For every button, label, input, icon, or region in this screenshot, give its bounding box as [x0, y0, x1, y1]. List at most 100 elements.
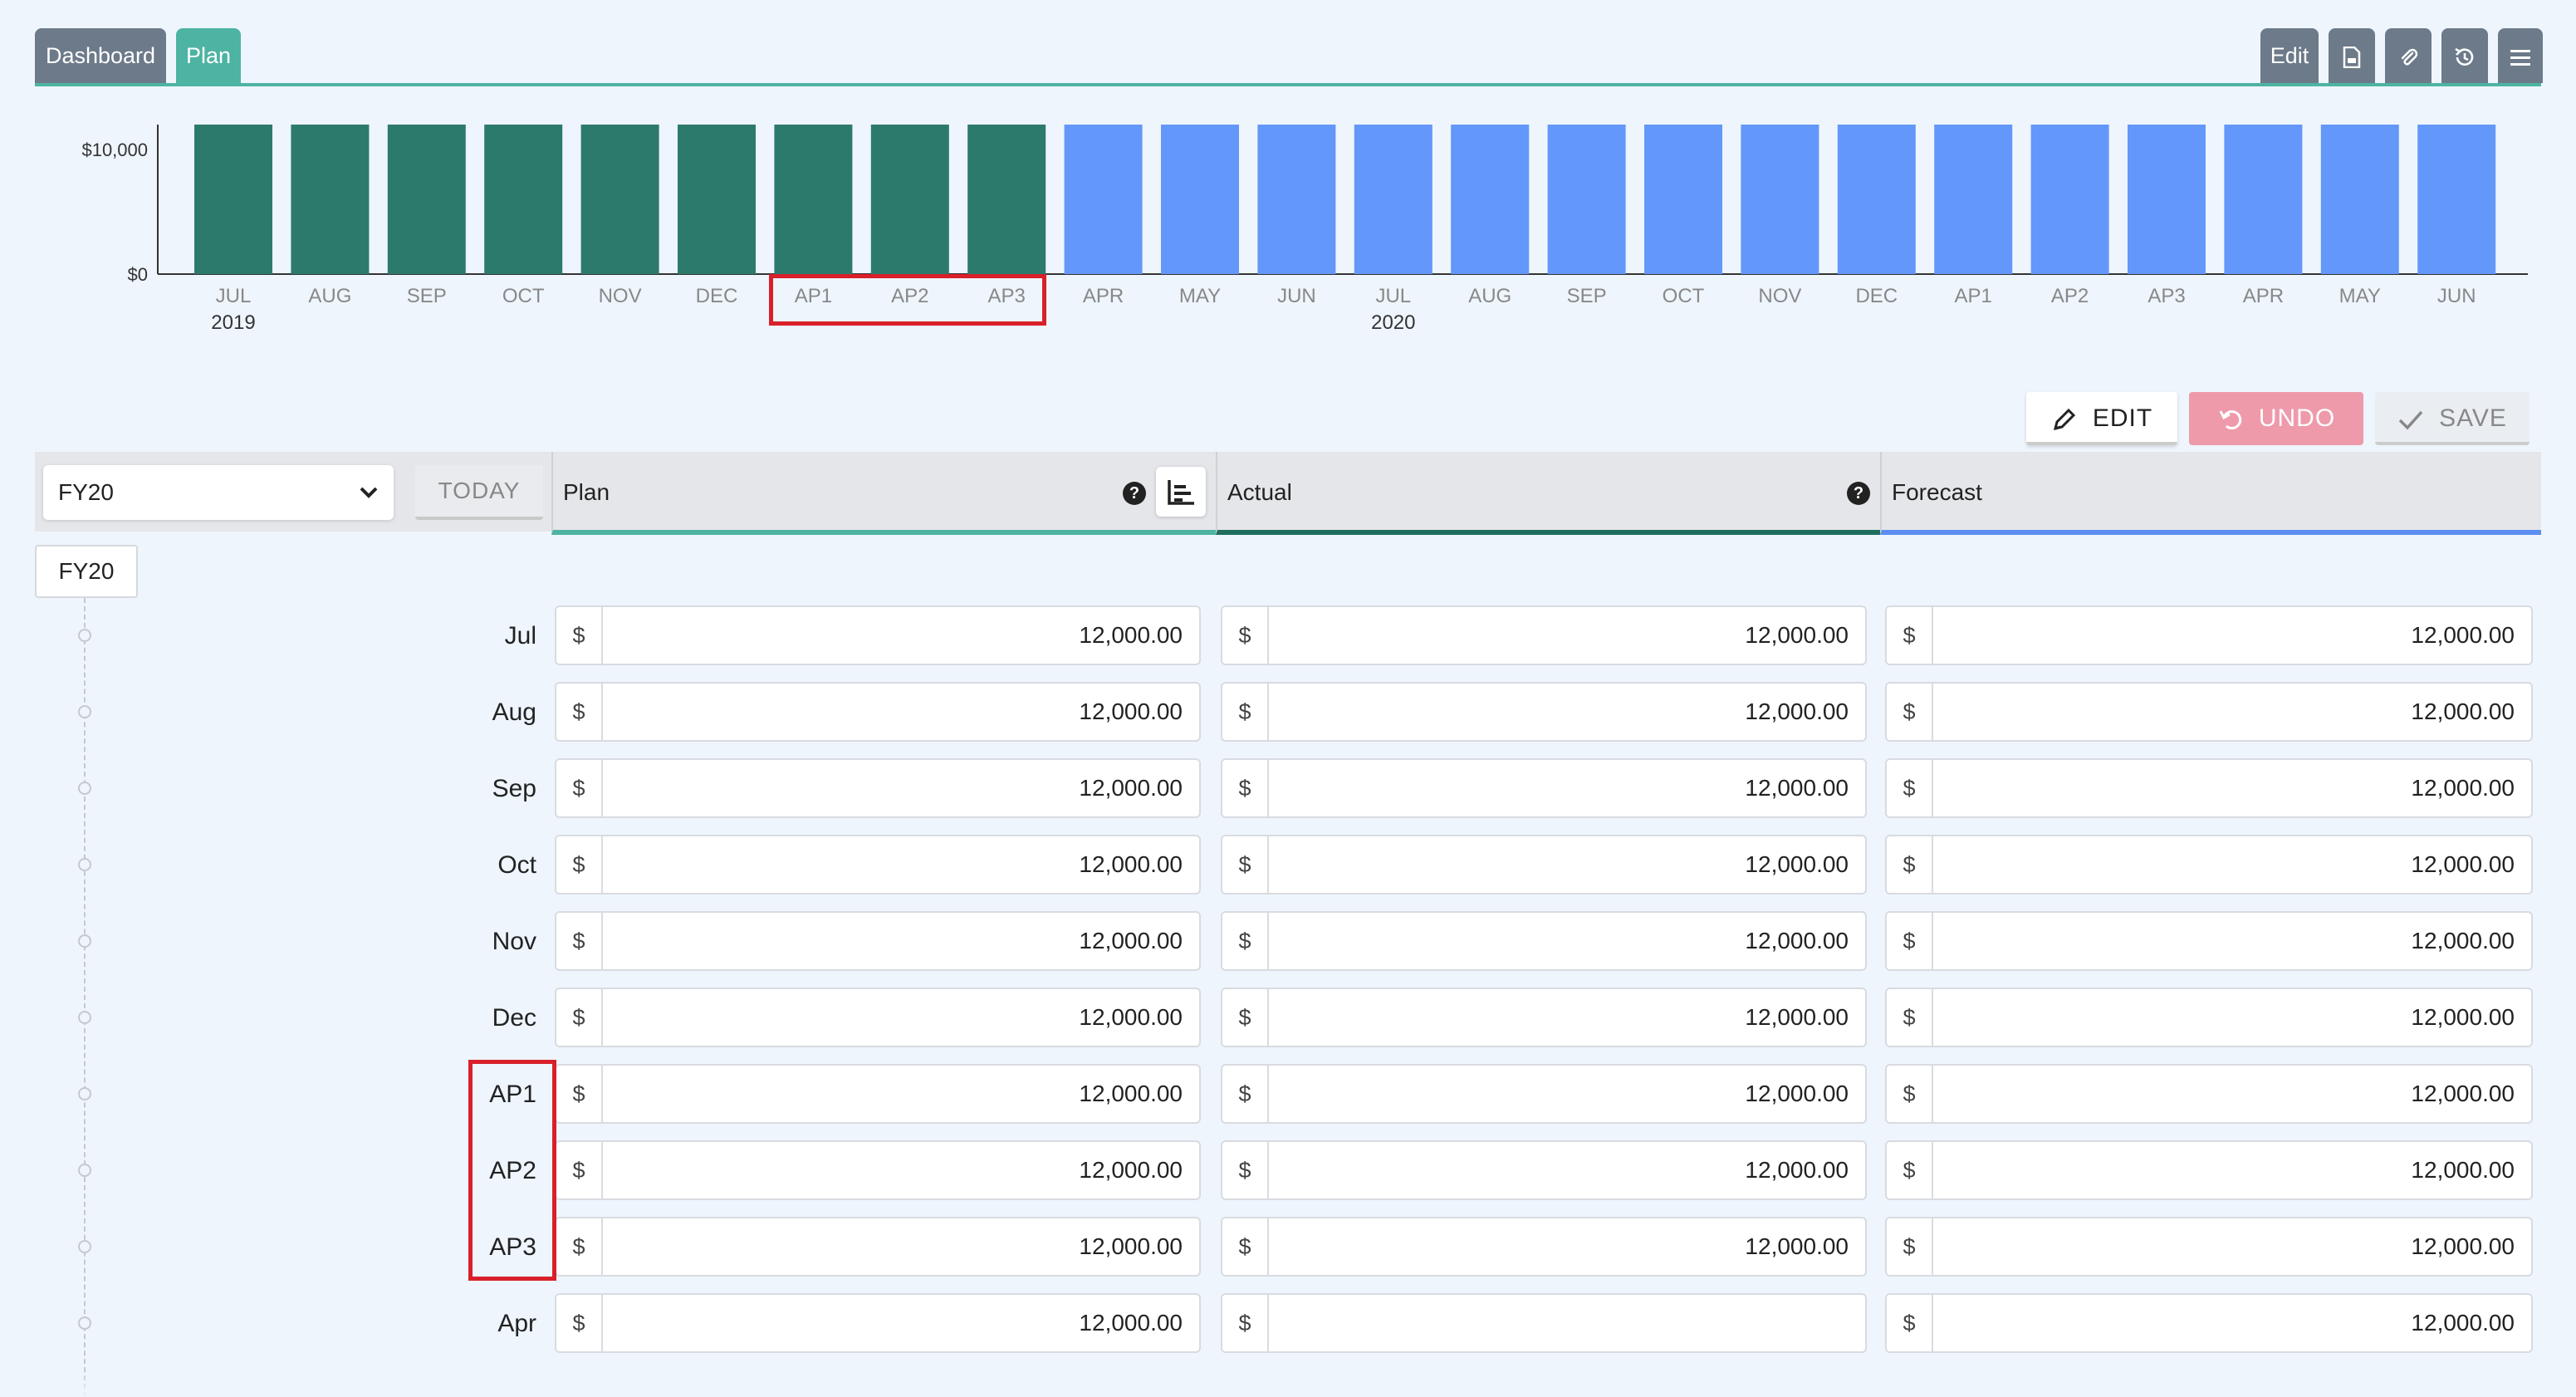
fiscal-year-value: FY20: [58, 479, 114, 505]
forecast-amount-field: $12,000.00: [1885, 1064, 2533, 1124]
plan-amount-input[interactable]: 12,000.00: [603, 989, 1199, 1046]
undo-button[interactable]: UNDO: [2189, 392, 2363, 445]
edit-button[interactable]: Edit: [2260, 28, 2319, 83]
chart-bar[interactable]: [2224, 125, 2303, 274]
chart-bar[interactable]: [870, 125, 949, 274]
forecast-amount-input[interactable]: 12,000.00: [1933, 1218, 2531, 1275]
currency-symbol: $: [1222, 607, 1269, 664]
timeline-node: [78, 1240, 91, 1253]
chart-bar[interactable]: [2030, 125, 2109, 274]
chart-xtick-label: JUN: [1277, 285, 1316, 307]
currency-symbol: $: [1222, 989, 1269, 1046]
actual-amount-input[interactable]: [1269, 1295, 1865, 1351]
plan-amount-input[interactable]: 12,000.00: [603, 1066, 1199, 1122]
forecast-amount-input[interactable]: 12,000.00: [1933, 684, 2531, 740]
chart-bar[interactable]: [194, 125, 272, 274]
chart-bar[interactable]: [1354, 125, 1432, 274]
plan-amount-field: $12,000.00: [555, 835, 1201, 895]
today-button[interactable]: TODAY: [415, 465, 543, 520]
history-button[interactable]: [2441, 28, 2488, 83]
actual-amount-input[interactable]: 12,000.00: [1269, 684, 1865, 740]
actual-amount-input[interactable]: 12,000.00: [1269, 607, 1865, 664]
actual-amount-field: $12,000.00: [1221, 682, 1867, 742]
save-label: SAVE: [2439, 404, 2507, 432]
currency-symbol: $: [1887, 684, 1933, 740]
plan-amount-input[interactable]: 12,000.00: [603, 684, 1199, 740]
actual-amount-field: $12,000.00: [1221, 988, 1867, 1047]
tab-plan[interactable]: Plan: [176, 28, 241, 83]
chart-bar[interactable]: [1257, 125, 1336, 274]
chart-bar[interactable]: [387, 125, 466, 274]
chart-bar[interactable]: [1741, 125, 1819, 274]
forecast-amount-input[interactable]: 12,000.00: [1933, 913, 2531, 969]
plan-amount-input[interactable]: 12,000.00: [603, 1218, 1199, 1275]
chart-bar[interactable]: [774, 125, 853, 274]
chart-bar[interactable]: [2417, 125, 2496, 274]
chart-bar[interactable]: [580, 125, 659, 274]
currency-symbol: $: [1887, 1295, 1933, 1351]
plan-amount-input[interactable]: 12,000.00: [603, 760, 1199, 816]
chart-xtick-label: SEP: [407, 285, 447, 307]
fiscal-year-select[interactable]: FY20: [43, 465, 394, 520]
actual-amount-input[interactable]: 12,000.00: [1269, 1218, 1865, 1275]
plan-amount-field: $12,000.00: [555, 758, 1201, 818]
actual-amount-input[interactable]: 12,000.00: [1269, 836, 1865, 893]
chart-xtick-label: JUL: [1375, 285, 1411, 307]
plan-help-icon[interactable]: ?: [1123, 482, 1146, 505]
actual-amount-input[interactable]: 12,000.00: [1269, 989, 1865, 1046]
plan-amount-input[interactable]: 12,000.00: [603, 913, 1199, 969]
actual-amount-field: $12,000.00: [1221, 1140, 1867, 1200]
chart-bar[interactable]: [291, 125, 370, 274]
chart-bar[interactable]: [967, 125, 1046, 274]
scroll-fade: [0, 1370, 2576, 1397]
forecast-amount-field: $12,000.00: [1885, 758, 2533, 818]
chart-xtick-label: SEP: [1567, 285, 1607, 307]
actual-amount-input[interactable]: 12,000.00: [1269, 1066, 1865, 1122]
currency-symbol: $: [1887, 913, 1933, 969]
forecast-amount-input[interactable]: 12,000.00: [1933, 760, 2531, 816]
plan-amount-input[interactable]: 12,000.00: [603, 836, 1199, 893]
forecast-amount-input[interactable]: 12,000.00: [1933, 989, 2531, 1046]
chart-bar[interactable]: [2128, 125, 2206, 274]
chart-bar[interactable]: [1161, 125, 1239, 274]
actual-amount-field: $12,000.00: [1221, 1217, 1867, 1277]
chart-bar[interactable]: [1547, 125, 1626, 274]
chart-bar[interactable]: [1451, 125, 1530, 274]
forecast-amount-input[interactable]: 12,000.00: [1933, 1142, 2531, 1198]
menu-button[interactable]: [2498, 28, 2543, 83]
row-period-label: Oct: [497, 851, 536, 879]
plan-amount-input[interactable]: 12,000.00: [603, 1142, 1199, 1198]
chart-xtick-label: AUG: [308, 285, 351, 307]
chart-bar[interactable]: [1837, 125, 1916, 274]
edit-action-button[interactable]: EDIT: [2026, 392, 2177, 445]
forecast-amount-input[interactable]: 12,000.00: [1933, 607, 2531, 664]
chart-bar[interactable]: [2320, 125, 2399, 274]
forecast-amount-input[interactable]: 12,000.00: [1933, 836, 2531, 893]
currency-symbol: $: [1222, 684, 1269, 740]
forecast-amount-field: $12,000.00: [1885, 1293, 2533, 1353]
timeline-node: [78, 1087, 91, 1100]
forecast-amount-input[interactable]: 12,000.00: [1933, 1295, 2531, 1351]
actual-amount-input[interactable]: 12,000.00: [1269, 760, 1865, 816]
chart-bar[interactable]: [1064, 125, 1143, 274]
chart-bar[interactable]: [1644, 125, 1722, 274]
chart-bar[interactable]: [1934, 125, 2013, 274]
chart-bar[interactable]: [484, 125, 563, 274]
save-button[interactable]: SAVE: [2375, 392, 2529, 445]
attachment-button[interactable]: [2385, 28, 2432, 83]
tab-underline: [35, 83, 2541, 86]
actual-amount-input[interactable]: 12,000.00: [1269, 913, 1865, 969]
tab-dashboard[interactable]: Dashboard: [35, 28, 166, 83]
actual-amount-field: $12,000.00: [1221, 911, 1867, 971]
currency-symbol: $: [1222, 913, 1269, 969]
currency-symbol: $: [556, 684, 603, 740]
chart-bar[interactable]: [678, 125, 756, 274]
pdf-button[interactable]: [2329, 28, 2375, 83]
actual-help-icon[interactable]: ?: [1847, 482, 1870, 505]
forecast-amount-input[interactable]: 12,000.00: [1933, 1066, 2531, 1122]
plan-amount-input[interactable]: 12,000.00: [603, 1295, 1199, 1351]
chart-toggle-button[interactable]: [1156, 467, 1206, 517]
actual-amount-input[interactable]: 12,000.00: [1269, 1142, 1865, 1198]
plan-amount-input[interactable]: 12,000.00: [603, 607, 1199, 664]
forecast-amount-field: $12,000.00: [1885, 605, 2533, 665]
